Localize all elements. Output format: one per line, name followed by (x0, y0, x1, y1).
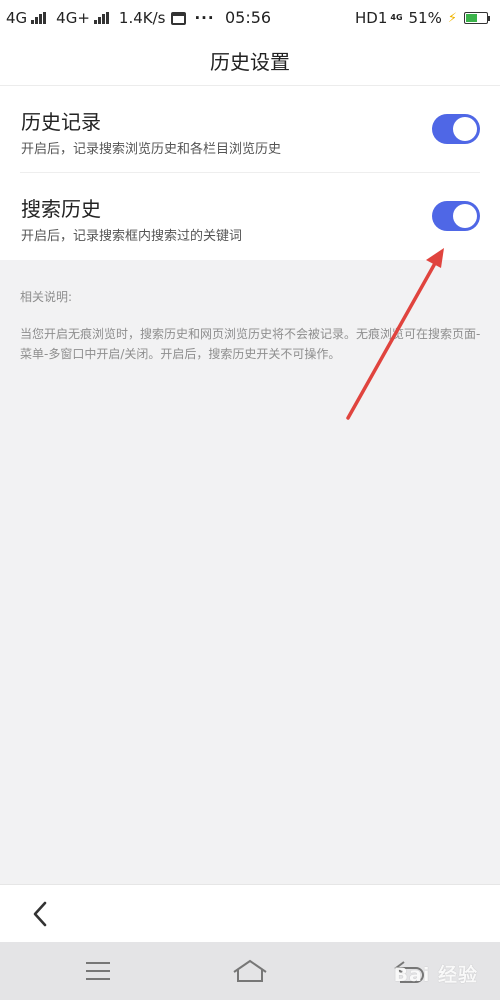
status-left: 4G 4G+ 1.4K/s ··· (6, 9, 355, 27)
header: 历史设置 (0, 36, 500, 86)
signal-icon-2 (93, 12, 109, 24)
status-bar: 4G 4G+ 1.4K/s ··· 05:56 HD1 4G 51% ⚡ (0, 0, 500, 36)
network-label-1: 4G (6, 9, 28, 27)
screen: 4G 4G+ 1.4K/s ··· 05:56 HD1 4G 51% ⚡ 历史设… (0, 0, 500, 1000)
battery-percent: 51% (408, 9, 442, 27)
charging-icon: ⚡ (447, 10, 457, 26)
notes-section: 相关说明: 当您开启无痕浏览时，搜索历史和网页浏览历史将不会被记录。无痕浏览可在… (20, 288, 490, 364)
toggle-knob (453, 117, 477, 141)
setting-description: 开启后，记录搜索浏览历史和各栏目浏览历史 (21, 142, 282, 157)
hd-voice-label: HD1 (355, 9, 388, 27)
network-label-2: 4G+ (56, 9, 90, 27)
status-right: HD1 4G 51% ⚡ (355, 9, 490, 27)
signal-icon (31, 12, 47, 24)
watermark-logo: Bai 经验 (393, 964, 478, 986)
data-indicator-icon: 4G (390, 13, 403, 22)
setting-description: 开启后，记录搜索框内搜索过的关键词 (21, 229, 243, 244)
back-arrow-icon[interactable] (24, 897, 58, 931)
calendar-icon (171, 11, 187, 25)
toggle-knob (453, 204, 477, 228)
clock: 05:56 (225, 8, 272, 27)
battery-icon (464, 12, 490, 24)
bottom-toolbar (0, 884, 500, 942)
notes-text: 当您开启无痕浏览时，搜索历史和网页浏览历史将不会被记录。无痕浏览可在搜索页面-菜… (20, 327, 481, 361)
setting-history-record: 历史记录 开启后，记录搜索浏览历史和各栏目浏览历史 (0, 86, 500, 173)
settings-list: 历史记录 开启后，记录搜索浏览历史和各栏目浏览历史 搜索历史 开启后，记录搜索框… (0, 86, 500, 260)
page-title: 历史设置 (210, 50, 290, 74)
more-notifications-icon: ··· (194, 9, 215, 27)
notes-heading: 相关说明: (20, 290, 73, 304)
home-icon[interactable] (230, 956, 270, 986)
history-record-toggle[interactable] (432, 114, 480, 144)
search-history-toggle[interactable] (432, 201, 480, 231)
menu-icon[interactable] (78, 956, 118, 986)
setting-search-history: 搜索历史 开启后，记录搜索框内搜索过的关键词 (0, 173, 500, 260)
setting-title: 搜索历史 (21, 197, 101, 221)
setting-title: 历史记录 (21, 110, 101, 134)
network-speed: 1.4K/s (118, 9, 166, 27)
